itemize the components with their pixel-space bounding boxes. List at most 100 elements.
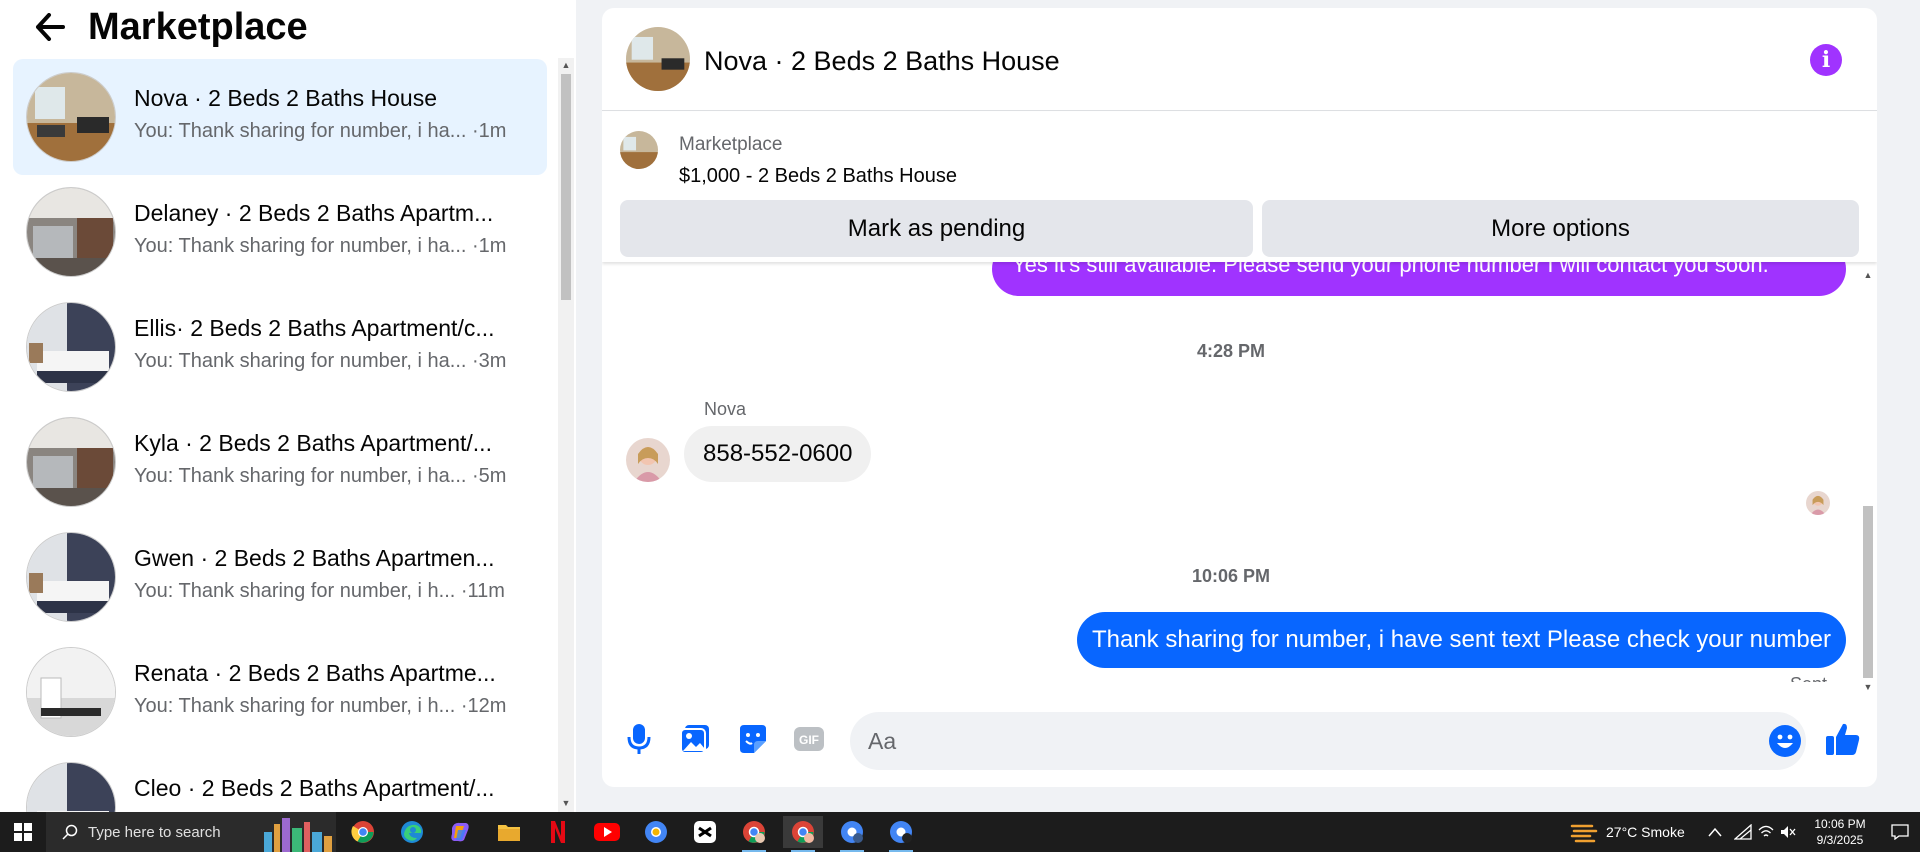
photo-icon[interactable] — [678, 722, 712, 756]
conversation-sidebar: Marketplace Nova · 2 Beds 2 Baths House … — [0, 0, 576, 812]
show-hidden-icons-chevron-icon[interactable] — [1708, 812, 1722, 852]
conversation-item-gwen[interactable]: Gwen · 2 Beds 2 Baths Apartmen... You: T… — [13, 519, 547, 635]
message-input[interactable] — [868, 712, 1748, 770]
network-icon[interactable] — [1734, 812, 1752, 852]
conversation-item-renata[interactable]: Renata · 2 Beds 2 Baths Apartme... You: … — [13, 634, 547, 750]
netflix-icon[interactable] — [538, 816, 578, 848]
listing-thumbnail — [26, 187, 116, 277]
microphone-icon[interactable] — [622, 722, 656, 756]
weather-widget[interactable]: 27°C Smoke — [1570, 812, 1685, 852]
listing-card: Marketplace $1,000 - 2 Beds 2 Baths Hous… — [602, 112, 1877, 262]
info-icon[interactable]: i — [1810, 44, 1842, 76]
edge-icon[interactable] — [392, 816, 432, 848]
chrome-profile-icon[interactable] — [636, 816, 676, 848]
page-title: Marketplace — [88, 5, 308, 48]
scroll-down-arrow-icon[interactable]: ▼ — [1863, 682, 1873, 692]
clock-time: 10:06 PM — [1814, 817, 1866, 831]
seen-indicator-avatar — [1806, 491, 1830, 515]
conversation-title: Nova · 2 Beds 2 Baths House — [134, 85, 437, 111]
conversation-title: Renata · 2 Beds 2 Baths Apartme... — [134, 660, 496, 686]
notification-center-icon[interactable] — [1880, 812, 1920, 852]
mark-as-pending-button[interactable]: Mark as pending — [620, 200, 1253, 257]
windows-taskbar: Type here to search 27°C Smoke 10:06 PM … — [0, 812, 1920, 852]
emoji-icon[interactable] — [1768, 724, 1802, 758]
listing-thumbnail — [26, 532, 116, 622]
chat-panel: Nova · 2 Beds 2 Baths House i Marketplac… — [602, 8, 1877, 787]
chrome-profile-icon[interactable] — [734, 816, 774, 852]
sidebar-header: Marketplace — [0, 0, 560, 54]
chrome-profile-active-icon[interactable] — [783, 816, 823, 852]
listing-price-title[interactable]: $1,000 - 2 Beds 2 Baths House — [679, 165, 957, 188]
scrollbar-thumb[interactable] — [561, 74, 571, 300]
conversation-item-kyla[interactable]: Kyla · 2 Beds 2 Baths Apartment/... You:… — [13, 404, 547, 520]
message-thread: Yes it's still available. Please send yo… — [602, 262, 1862, 682]
chat-listing-avatar[interactable] — [626, 27, 690, 91]
search-icon — [62, 824, 78, 840]
message-input-box — [850, 712, 1806, 770]
listing-thumbnail — [26, 302, 116, 392]
windows-start-icon[interactable] — [0, 812, 46, 852]
chrome-icon[interactable] — [343, 816, 383, 848]
chat-title[interactable]: Nova · 2 Beds 2 Baths House — [704, 46, 1060, 77]
message-timestamp: 4:28 PM — [1197, 341, 1266, 361]
weather-smoke-icon — [1570, 824, 1598, 843]
conversation-preview: You: Thank sharing for number, i h... ·1… — [134, 580, 505, 602]
chrome-profile-icon[interactable] — [832, 816, 872, 852]
sent-message: Thank sharing for number, i have sent te… — [1077, 612, 1846, 668]
capcut-icon[interactable] — [685, 816, 725, 848]
file-explorer-icon[interactable] — [489, 816, 529, 848]
chat-header: Nova · 2 Beds 2 Baths House i — [602, 8, 1877, 111]
scrollbar-thumb[interactable] — [1863, 506, 1873, 678]
conversation-preview: You: Thank sharing for number, i ha... ·… — [134, 120, 507, 142]
scroll-up-arrow-icon[interactable]: ▲ — [561, 60, 571, 70]
listing-source-label: Marketplace — [679, 134, 783, 155]
conversation-item-ellis[interactable]: Ellis· 2 Beds 2 Baths Apartment/c... You… — [13, 289, 547, 405]
sidebar-scrollbar[interactable]: ▲ ▼ — [558, 58, 574, 812]
listing-thumbnail — [26, 647, 116, 737]
listing-thumbnail — [26, 72, 116, 162]
sender-name: Nova — [704, 399, 747, 419]
scroll-up-arrow-icon[interactable]: ▲ — [1863, 270, 1873, 280]
conversation-title: Ellis· 2 Beds 2 Baths Apartment/c... — [134, 315, 495, 341]
conversation-title: Cleo · 2 Beds 2 Baths Apartment/... — [134, 775, 495, 801]
conversation-preview: You: Thank sharing for number, i ha... ·… — [134, 465, 507, 487]
volume-muted-icon[interactable] — [1780, 812, 1796, 852]
weather-text: 27°C Smoke — [1606, 824, 1685, 840]
conversation-title: Kyla · 2 Beds 2 Baths Apartment/... — [134, 430, 492, 456]
sent-message-previous: Yes it's still available. Please send yo… — [992, 262, 1846, 296]
clock-date: 9/3/2025 — [1816, 833, 1864, 847]
conversation-list: Nova · 2 Beds 2 Baths House You: Thank s… — [0, 58, 560, 812]
more-options-button[interactable]: More options — [1262, 200, 1859, 257]
conversation-preview: You: Thank sharing for number, i ha... ·… — [134, 235, 507, 257]
search-highlight-illustration-icon — [264, 818, 332, 852]
taskbar-search-box[interactable]: Type here to search — [46, 812, 336, 852]
gif-icon[interactable]: GIF — [792, 722, 826, 756]
listing-thumbnail — [26, 762, 116, 812]
sticker-icon[interactable] — [735, 722, 769, 756]
scroll-down-arrow-icon[interactable]: ▼ — [561, 798, 571, 808]
chat-scrollbar[interactable]: ▲ ▼ — [1860, 266, 1876, 696]
received-message: 858-552-0600 — [684, 426, 872, 482]
conversation-title: Delaney · 2 Beds 2 Baths Apartm... — [134, 200, 494, 226]
conversation-item-nova[interactable]: Nova · 2 Beds 2 Baths House You: Thank s… — [13, 59, 547, 175]
avatar[interactable] — [626, 438, 670, 482]
thumbs-up-icon[interactable] — [1824, 720, 1862, 758]
chrome-profile-icon[interactable] — [881, 816, 921, 852]
taskbar-search-placeholder: Type here to search — [88, 823, 221, 841]
conversation-preview: You: Thank sharing for number, i ha... ·… — [134, 350, 507, 372]
conversation-title: Gwen · 2 Beds 2 Baths Apartmen... — [134, 545, 495, 571]
listing-thumbnail — [26, 417, 116, 507]
conversation-item-cleo[interactable]: Cleo · 2 Beds 2 Baths Apartment/... — [13, 749, 547, 812]
wifi-icon[interactable] — [1758, 812, 1774, 852]
svg-text:GIF: GIF — [799, 733, 819, 747]
sent-status: Sent — [1790, 674, 1827, 682]
back-arrow-icon[interactable] — [30, 7, 70, 47]
taskbar-clock[interactable]: 10:06 PM 9/3/2025 — [1800, 816, 1880, 848]
message-composer: GIF — [602, 704, 1877, 774]
copilot-icon[interactable] — [440, 816, 480, 848]
conversation-preview: You: Thank sharing for number, i h... ·1… — [134, 695, 507, 717]
listing-thumbnail[interactable] — [620, 131, 658, 169]
youtube-icon[interactable] — [587, 816, 627, 848]
message-timestamp: 10:06 PM — [1192, 566, 1271, 586]
conversation-item-delaney[interactable]: Delaney · 2 Beds 2 Baths Apartm... You: … — [13, 174, 547, 290]
